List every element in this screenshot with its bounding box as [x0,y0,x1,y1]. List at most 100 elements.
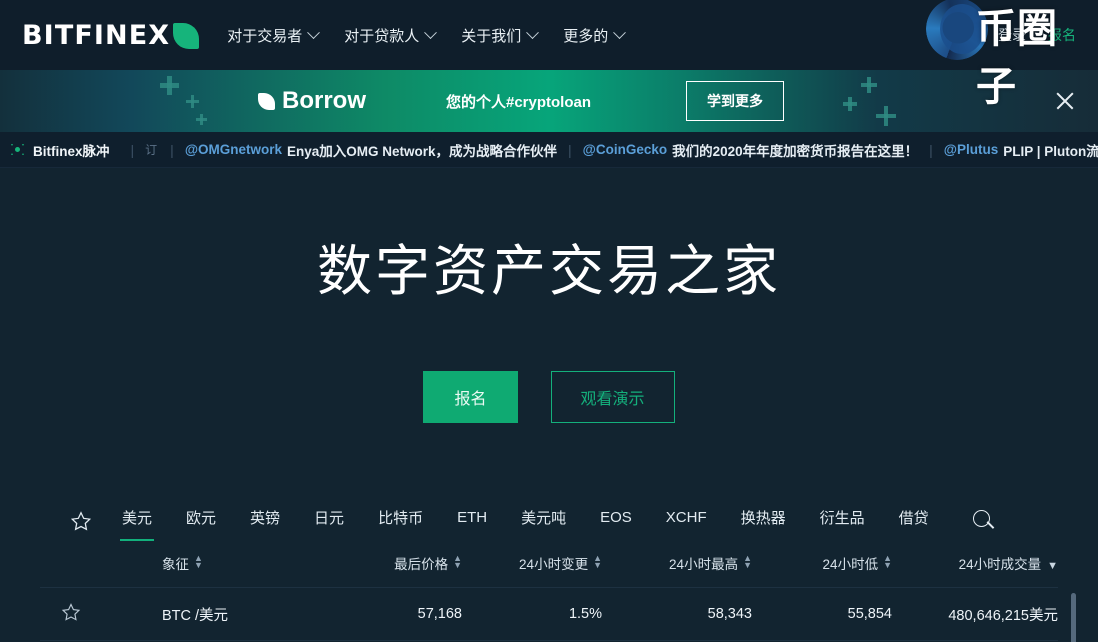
ticker-brand-label: Bitfinex脉冲 [33,143,110,159]
nav-item-label: 关于我们 [461,27,522,45]
sort-icon: ▲ ▼ [194,553,203,570]
header-low-label: 24小时低 [822,557,879,572]
promo-tagline: 您的个人#cryptoloan [446,93,592,111]
plus-decoration-icon [843,97,857,111]
tab-derivatives[interactable]: 衍生品 [820,501,865,541]
bitfinex-homepage: BITFINEX 对于交易者 对于贷款人 关于我们 更多的 登录 报名 币圈子 … [0,0,1098,642]
market-table: 象征 ▲ ▼ 最后价格 ▲ ▼ 24小时变更 ▲ ▼ 24小时最高 ▲ ▼ 24小时低 ▲ ▼ [40,541,1058,642]
nav-item-lenders[interactable]: 对于贷款人 [344,25,438,46]
logo-wordmark: BITFINEX [22,19,171,51]
close-icon[interactable] [1054,90,1076,112]
table-row[interactable]: BTC /美元 57,168 1.5% 58,343 55,854 480,64… [40,587,1058,641]
row-change-24h: 1.5% [462,587,602,641]
sort-icon: ▲ ▼ [453,553,462,570]
row-favorite-star-icon[interactable] [40,587,102,641]
nav-menu: 对于交易者 对于贷款人 关于我们 更多的 [227,25,627,46]
tab-eos[interactable]: EOS [600,503,632,539]
login-link[interactable]: 登录 [998,25,1026,45]
pulse-icon [10,144,25,155]
header-high-label: 24小时最高 [669,557,739,572]
nav-item-label: 对于交易者 [227,27,303,45]
swirl-logo-inner-icon [940,4,984,54]
promo-brand: Borrow [258,87,366,115]
signup-link[interactable]: 报名 [1048,25,1076,45]
hero-cta-row: 报名 观看演示 [0,371,1098,423]
ticker-text: PLIP | Pluton流动 [1003,143,1098,159]
sort-icon: ▲ ▼ [593,553,602,570]
header-change-label: 24小时变更 [519,557,589,572]
leaf-icon [258,92,275,110]
swirl-logo-icon [926,0,988,60]
sort-icon: ▲ ▼ [883,553,892,570]
watch-demo-button[interactable]: 观看演示 [550,371,675,423]
nav-account-actions: 登录 报名 [998,25,1076,45]
header-change-24h[interactable]: 24小时变更 ▲ ▼ [462,541,602,588]
search-icon[interactable] [971,508,997,534]
header-last-price-label: 最后价格 [394,557,449,572]
row-high-24h: 58,343 [602,587,752,641]
tab-xchf[interactable]: XCHF [666,503,707,539]
header-favorite [40,541,102,588]
row-last-price: 57,168 [312,587,462,641]
leaf-icon [173,23,200,49]
ticker-handle[interactable]: @OMGnetwork [185,142,282,157]
bitfinex-logo[interactable]: BITFINEX [22,19,200,51]
tab-exchanger[interactable]: 换热器 [741,501,786,541]
chevron-down-icon [526,25,540,39]
nav-item-about[interactable]: 关于我们 [461,25,540,46]
nav-item-label: 对于贷款人 [344,27,420,45]
nav-item-traders[interactable]: 对于交易者 [227,25,321,46]
tab-gbp[interactable]: 英镑 [250,501,280,541]
ticker-text: 我们的2020年年度加密货币报告在这里！ [672,143,919,159]
chevron-down-icon [613,25,627,39]
row-volume-24h: 480,646,215美元 [892,587,1058,641]
ticker-divider: | [130,141,135,158]
tab-lending[interactable]: 借贷 [899,501,929,541]
promo-brand-label: Borrow [282,87,366,114]
plus-decoration-icon [876,106,896,126]
header-last-price[interactable]: 最后价格 ▲ ▼ [312,541,462,588]
signup-button[interactable]: 报名 [423,371,518,423]
pulse-ticker: Bitfinex脉冲 | 订 | @OMGnetwork Enya加入OMG N… [0,132,1098,168]
plus-decoration-icon [160,76,179,95]
promo-banner: Borrow 您的个人#cryptoloan 学到更多 [0,70,1098,132]
ticker-divider: | [929,141,933,158]
header-symbol-label: 象征 [162,557,189,572]
top-navbar: BITFINEX 对于交易者 对于贷款人 关于我们 更多的 登录 报名 币圈子 [0,0,1098,110]
tab-eur[interactable]: 欧元 [186,501,216,541]
ticker-divider: | [170,141,174,158]
ticker-handle[interactable]: @Plutus [944,142,998,157]
chevron-down-icon [424,25,438,39]
ticker-divider-label: 订 [145,143,158,157]
market-table-wrapper: 象征 ▲ ▼ 最后价格 ▲ ▼ 24小时变更 ▲ ▼ 24小时最高 ▲ ▼ 24小时低 ▲ ▼ [0,541,1098,642]
tab-eth[interactable]: ETH [457,503,487,539]
nav-item-more[interactable]: 更多的 [563,25,627,46]
plus-decoration-icon [186,95,199,108]
favorites-star-icon[interactable] [66,506,96,536]
ticker-text: Enya加入OMG Network，成为战略合作伙伴 [286,143,558,159]
plus-decoration-icon [196,114,207,125]
tab-jpy[interactable]: 日元 [314,501,344,541]
header-volume-24h[interactable]: 24小时成交量 ▼ [892,541,1058,588]
sort-icon: ▲ ▼ [743,553,752,570]
table-scrollbar[interactable] [1071,593,1076,642]
nav-item-label: 更多的 [563,27,609,45]
row-low-24h: 55,854 [752,587,892,641]
tab-btc[interactable]: 比特币 [378,501,423,541]
hero-section: 数字资产交易之家 报名 观看演示 [0,168,1098,423]
page-title: 数字资产交易之家 [316,239,781,303]
learn-more-button[interactable]: 学到更多 [686,81,785,121]
header-high-24h[interactable]: 24小时最高 ▲ ▼ [602,541,752,588]
tab-usd[interactable]: 美元 [119,501,155,541]
header-low-24h[interactable]: 24小时低 ▲ ▼ [752,541,892,588]
ticker-handle[interactable]: @CoinGecko [583,142,667,157]
tab-ust[interactable]: 美元吨 [521,501,566,541]
row-symbol: BTC /美元 [102,587,312,641]
header-symbol[interactable]: 象征 ▲ ▼ [102,541,312,588]
header-volume-label: 24小时成交量 [958,557,1042,572]
table-header-row: 象征 ▲ ▼ 最后价格 ▲ ▼ 24小时变更 ▲ ▼ 24小时最高 ▲ ▼ 24小时低 ▲ ▼ [40,541,1058,588]
plus-decoration-icon [861,77,877,93]
ticker-divider: | [568,141,572,158]
market-tabs: 美元 欧元 英镑 日元 比特币 ETH 美元吨 EOS XCHF 换热器 衍生品… [0,501,1098,541]
chevron-down-icon [307,25,321,39]
